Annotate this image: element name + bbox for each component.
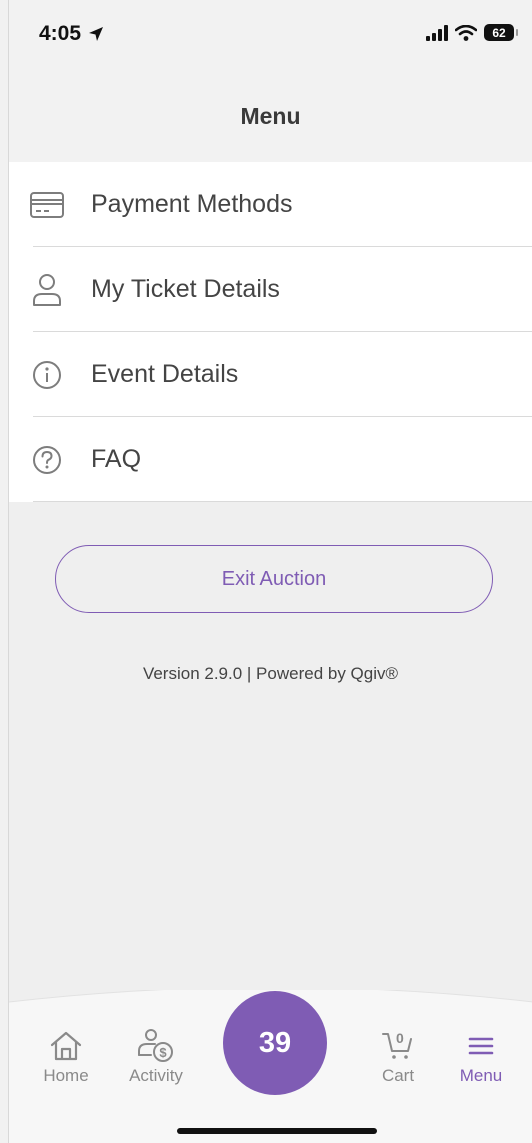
battery-icon: 62 (484, 24, 518, 41)
menu-item-label: Event Details (91, 360, 239, 388)
menu-item-label: Payment Methods (91, 190, 293, 218)
activity-icon: $ (136, 1028, 176, 1064)
version-text: Version 2.9.0 | Powered by Qgiv® (142, 664, 399, 683)
tab-cart[interactable]: 0 Cart (358, 1028, 438, 1086)
menu-item-label: FAQ (91, 445, 142, 473)
menu-item-payment-methods[interactable]: Payment Methods (9, 162, 532, 247)
tab-label: Menu (459, 1066, 503, 1085)
home-icon (49, 1028, 83, 1064)
menu-item-faq[interactable]: FAQ (9, 417, 532, 502)
status-time-label: 4:05 (39, 22, 82, 45)
tab-home[interactable]: Home (26, 1028, 106, 1086)
wifi-icon (455, 24, 477, 41)
location-arrow-icon (89, 27, 104, 41)
cart-count: 0 (396, 1030, 404, 1046)
menu-item-label: My Ticket Details (91, 275, 280, 303)
exit-auction-button[interactable]: Exit Auction (55, 545, 493, 613)
svg-text:$: $ (159, 1045, 167, 1060)
menu-item-event-details[interactable]: Event Details (9, 332, 532, 417)
hamburger-icon (466, 1028, 496, 1064)
page-title: Menu (240, 102, 301, 129)
tab-activity[interactable]: $ Activity (116, 1028, 196, 1086)
page-header: Menu (9, 70, 532, 162)
tab-label: Cart (381, 1066, 415, 1085)
menu-item-my-ticket-details[interactable]: My Ticket Details (9, 247, 532, 332)
tab-menu[interactable]: Menu (441, 1028, 521, 1086)
signal-icon (426, 24, 448, 41)
status-bar: 4:05 62 (9, 0, 532, 70)
tab-label: Activity (129, 1066, 183, 1085)
question-icon (25, 438, 69, 482)
status-indicators: 62 (426, 24, 518, 41)
app-screen: 4:05 62 Menu Payment Methods My Ticket D… (8, 0, 532, 1143)
menu-list: Payment Methods My Ticket Details Event … (9, 162, 532, 502)
person-icon (25, 268, 69, 312)
battery-level: 62 (492, 25, 506, 40)
center-badge-button[interactable]: 39 (223, 991, 327, 1095)
tab-label: Home (43, 1066, 89, 1085)
info-icon (25, 353, 69, 397)
cart-icon: 0 (380, 1028, 416, 1064)
home-indicator (177, 1128, 377, 1134)
status-time: 4:05 (39, 22, 105, 46)
credit-card-icon (25, 183, 69, 227)
